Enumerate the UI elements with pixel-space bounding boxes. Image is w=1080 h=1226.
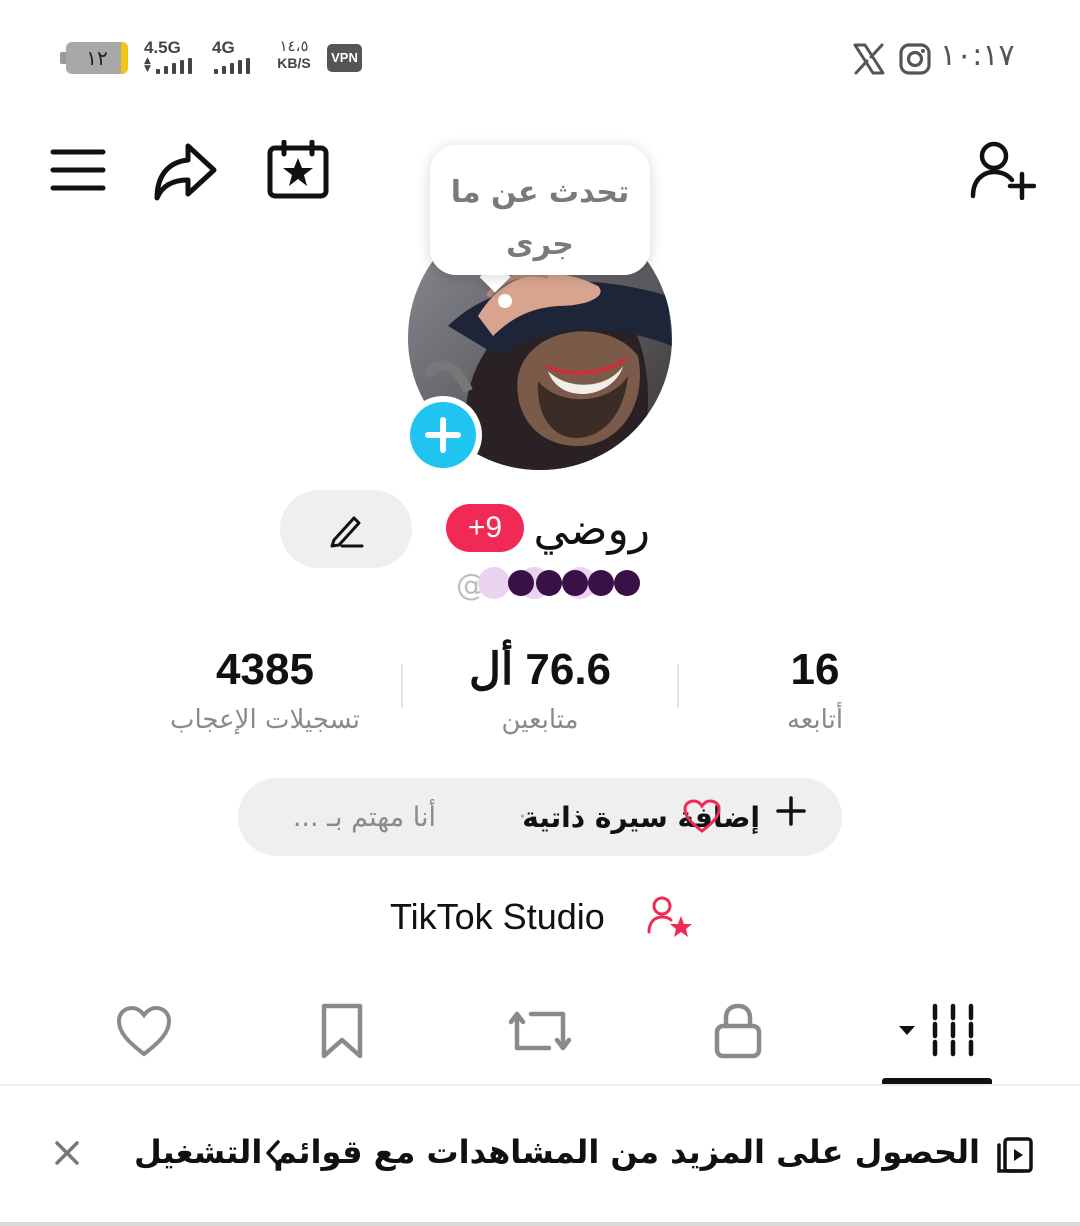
creator-star-icon [647,896,692,937]
add-bio-label[interactable]: إضافة سيرة ذاتية [522,796,760,840]
heart-icon [683,799,721,833]
close-icon[interactable] [52,1138,82,1168]
network-4g: 4G [212,38,262,78]
plus-icon [776,796,806,826]
battery-text: ١٢ [86,46,108,70]
lock-icon [714,1003,762,1059]
bubble-line-2: جرى [506,227,574,262]
add-avatar-button[interactable] [404,396,482,474]
battery-fill [121,42,128,74]
stat-followers[interactable]: 76.6 أل متابعين [450,640,630,740]
playlist-banner-text: الحصول على المزيد من المشاهدات مع قوائم … [133,1133,980,1171]
bubble-line-1: تحدث عن ما [450,175,630,210]
menu-icon[interactable] [50,146,106,198]
tab-private[interactable] [698,1000,778,1064]
tab-saved[interactable] [302,1000,382,1064]
repost-icon [509,1011,571,1051]
stat-likes[interactable]: 4385 تسجيلات الإعجاب [140,640,390,740]
tab-liked[interactable] [104,1000,184,1064]
studio-label: TikTok Studio [390,896,605,937]
status-bubble[interactable]: تحدث عن ما جرى [430,145,650,275]
status-bar: ١٢ 4.5G ▲ ▼ 4G ١٤،٥ KB/S VPN ١٠:١٧ [0,0,1080,110]
bubble-dot [498,294,512,308]
x-logo-icon [852,42,886,80]
status-time: ١٠:١٧ [940,38,1015,73]
edit-profile-button[interactable] [280,490,412,568]
stat-divider [677,664,679,708]
network-speed: ١٤،٥ KB/S [277,38,311,71]
grid-icon [899,1003,974,1057]
bio-pill[interactable]: إضافة سيرة ذاتية · أنا مهتم بـ ... [238,778,842,856]
instagram-icon [898,42,932,80]
notification-badge[interactable]: +9 [446,504,524,552]
bookmark-icon [321,1003,363,1059]
add-friend-icon[interactable] [970,140,1037,204]
plus-icon [425,417,461,453]
heart-icon [116,1005,172,1057]
display-name: روضي [533,504,650,555]
playlist-banner[interactable]: الحصول على المزيد من المشاهدات مع قوائم … [0,1086,1080,1220]
stat-divider [401,664,403,708]
battery-indicator: ١٢ [60,42,128,74]
network-4-5g: 4.5G ▲ ▼ [144,38,200,78]
chevron-left-icon [266,1140,280,1166]
share-icon[interactable] [152,140,220,206]
bio-separator: · [519,805,526,830]
vpn-badge: VPN [327,44,362,72]
interests-label[interactable]: أنا مهتم بـ ... [293,796,436,840]
tab-reposts[interactable] [500,1000,580,1064]
stat-following[interactable]: 16 أتابعه [760,640,870,740]
playlist-icon [997,1137,1033,1173]
calendar-star-icon[interactable] [266,139,330,204]
bottom-divider [0,1222,1080,1226]
pencil-icon [330,516,364,548]
tab-videos[interactable] [884,1000,990,1064]
